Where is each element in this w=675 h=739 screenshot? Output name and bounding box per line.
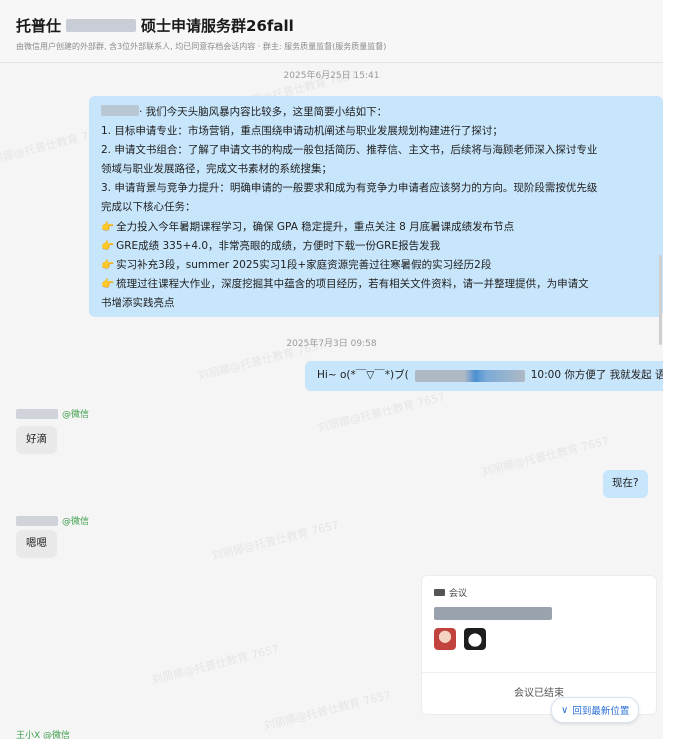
message-text: 好滴 (26, 433, 47, 446)
task-line: 👉 GRE成绩 335+4.0，非常亮眼的成绩，方便时下载一份GRE报告发我 (101, 239, 441, 252)
group-title-prefix: 托普仕 (16, 16, 62, 35)
received-message-bubble[interactable]: 嗯嗯 (16, 530, 57, 558)
meeting-label: 会议 (449, 589, 468, 599)
wechat-tag: @微信 (62, 410, 90, 420)
watermark: 刘丽娜@托普仕教育 7657 (210, 518, 341, 563)
voice-call-message-bubble[interactable]: Hi~ o(*￣▽￣*)ブ( 10:00 你方便了 我就发起 语音嘛 (305, 361, 663, 391)
redacted-name (101, 105, 139, 116)
meeting-card[interactable]: 会议 会议已结束 (421, 575, 657, 715)
pointing-hand-icon: 👉 (101, 277, 115, 290)
jump-to-latest-label: 回到最新位置 (572, 706, 630, 717)
watermark: 刘丽娜@托普仕教育 7657 (480, 434, 611, 479)
message-text: 嗯嗯 (26, 537, 47, 550)
redacted-meeting-title (434, 607, 552, 620)
group-title-suffix: 硕士申请服务群26fall (141, 16, 294, 35)
video-camera-icon (434, 589, 445, 596)
watermark: 刘丽娜@托普仕教育 7657 (150, 642, 281, 687)
chat-window: 刘丽娜@托普仕教育 7657 刘丽娜@托普仕教育 7657 刘丽娜@托普仕教育 … (0, 0, 663, 739)
sender-name: 王小X @微信 (16, 731, 71, 739)
task-line: 👉 全力投入今年暑期课程学习，确保 GPA 稳定提升，重点关注 8 月底暑课成绩发… (101, 220, 515, 233)
received-message-bubble[interactable]: 好滴 (16, 426, 57, 454)
message-line: 书增添实践亮点 (101, 296, 175, 309)
double-chevron-down-icon: ∨ (561, 704, 569, 716)
avatar[interactable] (464, 628, 486, 650)
wechat-tag: @微信 (62, 517, 90, 527)
sent-message-bubble[interactable]: 现在? (603, 470, 648, 498)
redacted-name (16, 408, 58, 419)
watermark: 刘丽娜@托普仕教育 7657 (316, 390, 447, 435)
message-text: Hi~ o(*￣▽￣*)ブ( (317, 369, 409, 382)
message-text: 10:00 你方便了 我就发起 语音嘛 (530, 369, 663, 382)
message-line: 完成以下核心任务： (101, 201, 196, 214)
avatar[interactable] (434, 628, 456, 650)
message-timestamp: 2025年6月25日 15:41 (283, 71, 380, 81)
redacted-text (414, 370, 525, 382)
redacted-name (16, 515, 58, 526)
pointing-hand-icon: 👉 (101, 258, 115, 271)
message-timestamp: 2025年7月3日 09:58 (286, 339, 377, 349)
task-line: 👉 实习补充3段，summer 2025实习1段+家庭资源完善过往寒暑假的实习经历… (101, 258, 492, 271)
jump-to-latest-button[interactable]: ∨ 回到最新位置 (551, 697, 640, 723)
meeting-header: 会议 (434, 586, 467, 599)
redacted-name (66, 18, 137, 32)
message-text: 现在? (612, 477, 639, 490)
message-line: 1. 目标申请专业：市场营销，重点围绕申请动机阐述与职业发展规划构建进行了探讨； (101, 125, 503, 138)
group-title[interactable]: 托普仕 硕士申请服务群26fall (16, 14, 294, 36)
pointing-hand-icon: 👉 (101, 239, 115, 252)
summary-message-bubble[interactable]: · 我们今天头脑风暴内容比较多，这里简要小结如下： 1. 目标申请专业：市场营销… (89, 96, 663, 318)
group-subtitle: 由微信用户创建的外部群, 含3位外部联系人, 均已同意存档会话内容 · 群主: … (16, 42, 387, 51)
watermark: 刘丽娜@托普仕教育 7657 (262, 688, 393, 733)
message-line: · 我们今天头脑风暴内容比较多，这里简要小结如下： (101, 103, 658, 122)
task-line: 👉 梳理过往课程大作业，深度挖掘其中蕴含的项目经历，若有相关文件资料，请一并整理提… (101, 277, 589, 290)
message-line: 2. 申请文书组合：了解了申请文书的构成一般包括简历、推荐信、主文书，后续将与海… (101, 144, 598, 157)
chat-header: 托普仕 硕士申请服务群26fall 由微信用户创建的外部群, 含3位外部联系人,… (0, 0, 663, 63)
sender-name[interactable]: @微信 (16, 407, 89, 420)
pointing-hand-icon: 👉 (101, 220, 115, 233)
message-line: 3. 申请背景与竞争力提升：明确申请的一般要求和成为有竞争力申请者应该努力的方向… (101, 182, 598, 195)
divider (422, 672, 656, 673)
participant-avatars (434, 628, 494, 650)
scrollbar[interactable] (659, 255, 662, 345)
message-line: 领域与职业发展路径，完成文书素材的系统搜集； (101, 163, 332, 176)
sender-name[interactable]: @微信 (16, 514, 89, 527)
